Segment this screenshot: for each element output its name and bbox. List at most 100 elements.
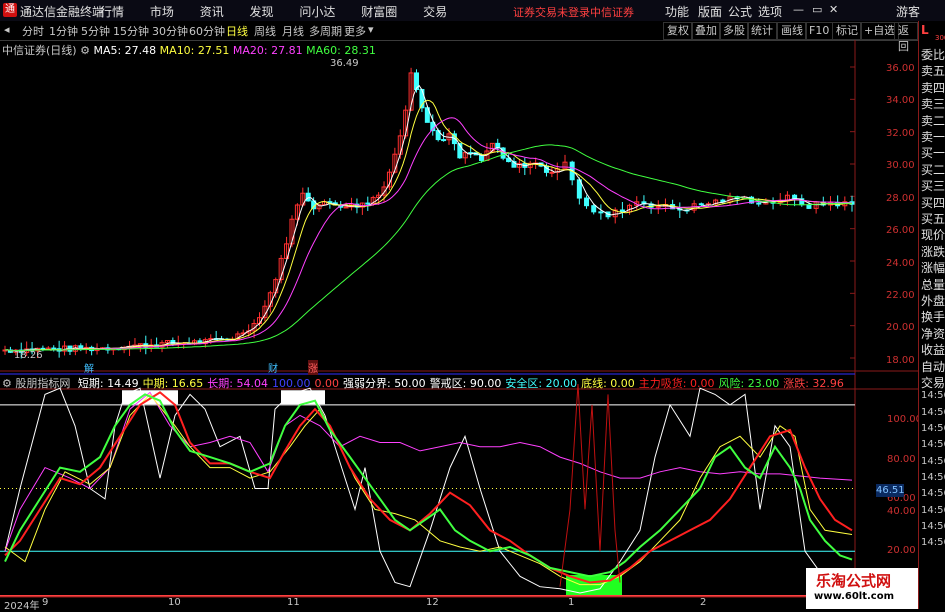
f10-button[interactable]: F10: [805, 22, 834, 40]
quote-item[interactable]: 14:56: [921, 407, 945, 418]
indicator-gear-icon[interactable]: ⚙: [2, 377, 12, 390]
time-tick: 10: [168, 597, 181, 608]
menu-xuanxiang[interactable]: 选项: [758, 3, 782, 20]
login-status-link[interactable]: 证券交易未登录: [513, 4, 590, 20]
indicator-item-label: 风险:: [718, 377, 748, 390]
quote-item[interactable]: 委比: [921, 46, 945, 63]
quote-item[interactable]: 涨跌: [921, 243, 945, 260]
quote-item[interactable]: 买四: [921, 194, 945, 211]
quote-item[interactable]: 14:56: [921, 390, 945, 401]
event-mark-zhang[interactable]: 涨: [308, 360, 318, 375]
candle-body: [598, 211, 604, 214]
quote-item[interactable]: 14:56: [921, 488, 945, 499]
time-tick: 2024年: [4, 601, 40, 612]
menu-jiaoyi[interactable]: 交易: [423, 5, 447, 19]
quote-item[interactable]: 卖三: [921, 95, 945, 112]
quote-item[interactable]: 收益: [921, 341, 945, 358]
back-arrow-icon[interactable]: ◂: [4, 23, 10, 36]
diejia-button[interactable]: 叠加: [691, 22, 721, 40]
period-weekly[interactable]: 周线: [254, 23, 276, 39]
candle-body: [343, 206, 349, 209]
quote-item[interactable]: 卖四: [921, 79, 945, 96]
current-indicator-value: 46.51: [876, 484, 905, 497]
time-tick: 1: [568, 597, 575, 608]
quote-item[interactable]: 现价: [921, 226, 945, 243]
menu-faxian[interactable]: 发现: [250, 5, 274, 19]
menu-gongneng[interactable]: 功能: [665, 3, 689, 20]
event-mark-jie[interactable]: 解: [84, 360, 94, 375]
quote-item[interactable]: 买三: [921, 177, 945, 194]
quote-item[interactable]: 14:56: [921, 537, 945, 548]
period-fenshi[interactable]: 分时: [22, 23, 44, 39]
quote-item[interactable]: 买一: [921, 144, 945, 161]
menu-banmian[interactable]: 版面: [698, 3, 722, 20]
indicator-item: 底线: 0.00: [581, 377, 635, 390]
quote-item[interactable]: 卖五: [921, 62, 945, 79]
period-15min[interactable]: 15分钟: [113, 23, 149, 39]
period-daily[interactable]: 日线: [226, 23, 248, 39]
period-5min[interactable]: 5分钟: [81, 23, 110, 39]
time-tick: 12: [426, 597, 439, 608]
period-monthly[interactable]: 月线: [282, 23, 304, 39]
quote-item[interactable]: 14:56: [921, 439, 945, 450]
quote-item[interactable]: 涨幅: [921, 259, 945, 276]
period-more[interactable]: 更多: [344, 23, 366, 39]
quote-item[interactable]: 总量: [921, 276, 945, 293]
minimize-icon[interactable]: —: [793, 3, 804, 16]
close-icon[interactable]: ✕: [829, 3, 838, 16]
quote-item[interactable]: 14:56: [921, 521, 945, 532]
period-multi[interactable]: 多周期: [309, 23, 342, 39]
quote-item[interactable]: 交易: [921, 374, 945, 391]
indicator-item-value: 100.00: [271, 377, 311, 390]
event-mark-cai[interactable]: 财: [268, 360, 278, 375]
indicator-legend: ⚙ 股朋指标网 短期: 14.49 中期: 16.65 长期: 54.04 100.0…: [2, 375, 844, 391]
watermark-url: www.60lt.com: [814, 591, 895, 602]
duogu-button[interactable]: 多股: [719, 22, 749, 40]
quote-item[interactable]: 净资: [921, 325, 945, 342]
low-price-label: 18.26: [14, 350, 43, 361]
price-tick: 28.00: [886, 193, 915, 204]
price-tick: 26.00: [886, 225, 915, 236]
menu-zixun[interactable]: 资讯: [200, 5, 224, 19]
chevron-down-icon[interactable]: ▾: [368, 23, 374, 36]
quote-item[interactable]: 14:56: [921, 423, 945, 434]
broker-link[interactable]: 中信证券: [590, 4, 634, 20]
indicator-item-value: 0.00: [610, 377, 635, 390]
quote-item[interactable]: 14:56: [921, 456, 945, 467]
back-button[interactable]: 返回: [894, 22, 918, 53]
menu-gongshi[interactable]: 公式: [728, 3, 752, 20]
quote-item[interactable]: 14:56: [921, 505, 945, 516]
panel-top-sub: 300: [935, 34, 945, 42]
guest-label[interactable]: 游客: [896, 3, 920, 20]
indicator-name[interactable]: 股朋指标网: [15, 377, 70, 390]
menu-shichang[interactable]: 市场: [150, 5, 174, 19]
indicator-item-value: 54.04: [236, 377, 268, 390]
period-60min[interactable]: 60分钟: [189, 23, 225, 39]
restore-icon[interactable]: ▭: [812, 3, 822, 16]
quote-item[interactable]: 自动: [921, 358, 945, 375]
candle-body: [806, 204, 812, 209]
quote-item[interactable]: 卖二: [921, 112, 945, 129]
tongji-button[interactable]: 统计: [747, 22, 777, 40]
quote-item[interactable]: 外盘: [921, 292, 945, 309]
indicator-item-value: 0.00: [690, 377, 715, 390]
indicator-item: 中期: 16.65: [143, 377, 204, 390]
biaoji-button[interactable]: 标记: [832, 22, 862, 40]
fuquan-button[interactable]: 复权: [663, 22, 693, 40]
app-title: 通达信金融终端: [20, 5, 105, 19]
indicator-item: 安全区: 20.00: [505, 377, 577, 390]
quote-item[interactable]: 卖一: [921, 128, 945, 145]
quote-item[interactable]: 买五: [921, 210, 945, 227]
candle-body: [305, 192, 311, 202]
period-30min[interactable]: 30分钟: [152, 23, 188, 39]
menu-hangqing[interactable]: 行情: [100, 5, 124, 19]
quote-item[interactable]: 换手: [921, 308, 945, 325]
menu-wenxiaoda[interactable]: 问小达: [299, 5, 335, 19]
indicator-item-label: 长期:: [207, 377, 237, 390]
chart-area[interactable]: [0, 40, 918, 609]
quote-item[interactable]: 买二: [921, 161, 945, 178]
huaxian-button[interactable]: 画线: [777, 22, 807, 40]
menu-caifuquan[interactable]: 财富圈: [361, 5, 397, 19]
quote-item[interactable]: 14:56: [921, 472, 945, 483]
period-1min[interactable]: 1分钟: [49, 23, 78, 39]
